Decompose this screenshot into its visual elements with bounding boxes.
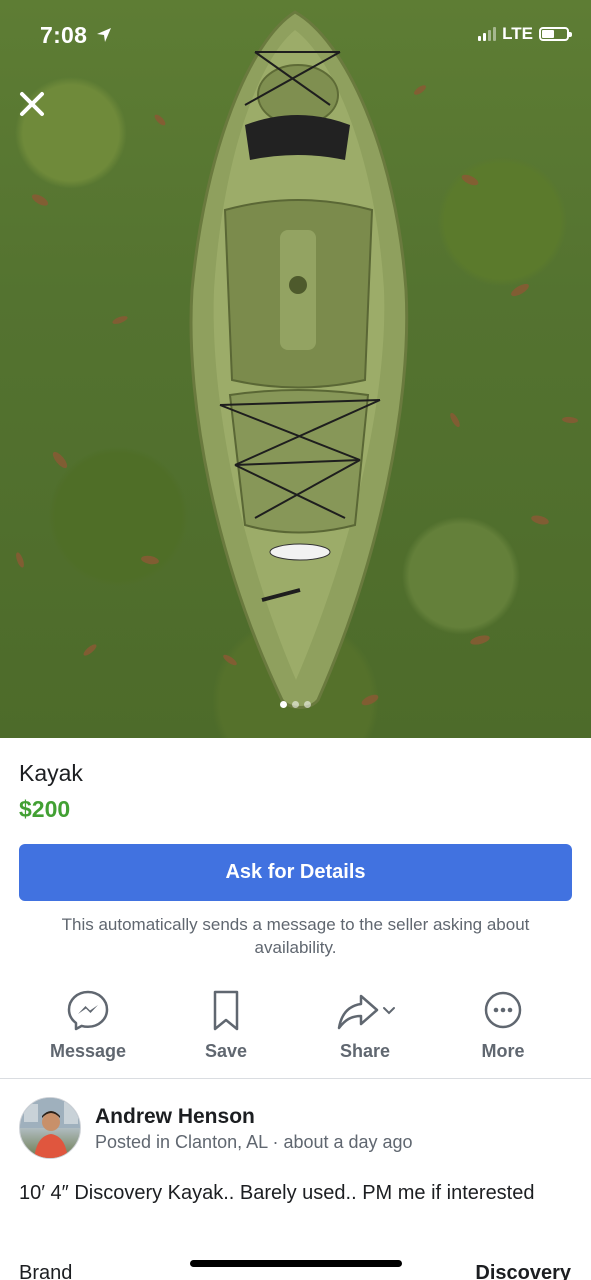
location-arrow-icon (97, 28, 111, 42)
battery-icon (539, 27, 572, 41)
network-type: LTE (502, 24, 533, 43)
ask-note: This automatically sends a message to th… (61, 915, 530, 957)
save-button[interactable]: Save (166, 988, 286, 1068)
seller-avatar[interactable] (19, 1097, 81, 1159)
divider (0, 1078, 591, 1079)
carousel-dot (292, 701, 299, 708)
share-label: Share (339, 1041, 391, 1061)
ask-for-details-button[interactable]: Ask for Details (19, 844, 572, 901)
carousel-indicator (0, 701, 591, 708)
kayak-photo-image (16, 10, 578, 709)
seller-name[interactable]: Andrew Henson (95, 1105, 255, 1129)
status-indicators: LTE (478, 24, 572, 44)
action-bar: Message Save Share More (0, 988, 591, 1068)
close-icon[interactable] (16, 88, 48, 120)
listing-price: $200 (19, 796, 71, 822)
more-dots-icon (484, 991, 522, 1029)
more-button[interactable]: More (443, 988, 563, 1068)
attribute-label-brand: Brand (19, 1262, 73, 1280)
more-label: More (481, 1041, 525, 1061)
signal-icon (478, 27, 497, 41)
listing-description: 10′ 4″ Discovery Kayak.. Barely used.. P… (19, 1182, 535, 1204)
carousel-dot (304, 701, 311, 708)
bookmark-icon (213, 990, 239, 1031)
status-bar: 7:08 LTE (0, 0, 591, 70)
avatar-image (20, 1098, 80, 1158)
carousel-dot (280, 701, 287, 708)
share-arrow-icon (337, 994, 395, 1030)
listing-photo[interactable]: 7:08 LTE (0, 0, 591, 738)
save-label: Save (204, 1041, 248, 1061)
share-button[interactable]: Share (305, 988, 425, 1068)
seller-post-meta: Posted in Clanton, AL · about a day ago (95, 1132, 413, 1152)
listing-title: Kayak (19, 760, 83, 786)
messenger-icon (67, 990, 109, 1031)
message-button[interactable]: Message (28, 988, 148, 1068)
message-label: Message (49, 1041, 127, 1061)
status-time: 7:08 (40, 22, 88, 48)
home-indicator[interactable] (190, 1260, 402, 1267)
kayak-hull (189, 10, 409, 709)
attribute-value-brand: Discovery (475, 1262, 571, 1280)
